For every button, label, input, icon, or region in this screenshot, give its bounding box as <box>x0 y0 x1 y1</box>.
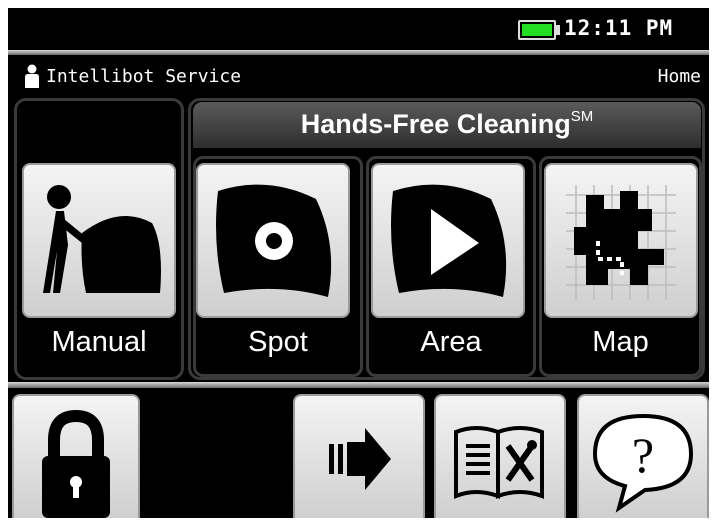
map-label: Map <box>592 326 649 358</box>
clock: 12:11 PM <box>564 16 674 40</box>
bottom-divider <box>8 382 709 388</box>
user-row: Intellibot Service Home <box>8 58 709 94</box>
top-divider <box>8 50 709 55</box>
service-mark: SM <box>570 108 594 125</box>
area-label: Area <box>420 326 482 358</box>
battery-level <box>522 24 552 36</box>
map-mode-button[interactable] <box>544 163 698 318</box>
manual-mode-button[interactable] <box>22 163 176 318</box>
person-icon <box>25 64 39 88</box>
area-mode-button[interactable] <box>371 163 525 318</box>
battery-tip <box>556 25 560 35</box>
help-button[interactable]: ? <box>577 394 709 518</box>
map-route-icon <box>566 185 676 300</box>
manual-tools-icon <box>454 426 544 499</box>
next-button[interactable] <box>293 394 425 518</box>
lock-icon <box>42 409 110 518</box>
hands-free-title-text: Hands-Free Cleaning <box>300 109 571 139</box>
service-manual-button[interactable] <box>434 394 566 518</box>
spot-mode-button[interactable] <box>196 163 350 318</box>
battery-icon <box>518 20 556 40</box>
user-label: Intellibot Service <box>46 66 242 87</box>
operator-pushing-machine-icon <box>43 185 161 293</box>
svg-text:?: ? <box>632 427 654 483</box>
robot-screen: 12:11 PM Intellibot Service Home Hands-F… <box>8 8 709 518</box>
spot-target-icon <box>216 184 332 297</box>
forward-arrow-icon <box>329 428 391 490</box>
help-question-icon: ? <box>592 413 694 513</box>
status-bar: 12:11 PM <box>8 8 709 50</box>
area-play-icon <box>391 184 507 297</box>
breadcrumb-home: Home <box>657 66 701 87</box>
lock-button[interactable] <box>12 394 140 518</box>
manual-label: Manual <box>51 326 147 358</box>
hands-free-title: Hands-Free CleaningSM <box>193 108 701 140</box>
spot-label: Spot <box>248 326 308 358</box>
